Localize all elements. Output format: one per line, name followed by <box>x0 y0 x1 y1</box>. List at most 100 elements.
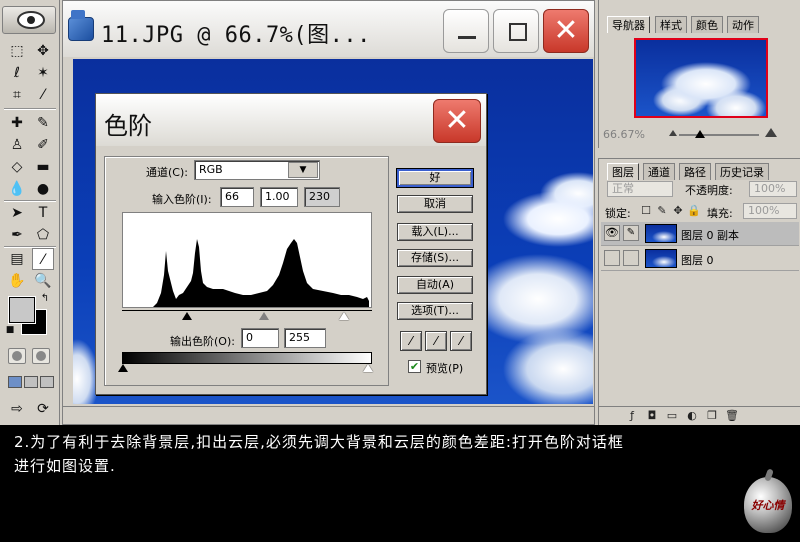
toolbox-header-eye-icon[interactable] <box>2 6 56 34</box>
screen-mode-menu-icon[interactable] <box>24 376 38 388</box>
white-eyedropper-icon[interactable]: ⁄ <box>450 331 472 351</box>
zoom-out-icon[interactable] <box>669 130 677 136</box>
ok-button[interactable]: 好 <box>396 168 474 188</box>
lock-image-icon[interactable]: ✎ <box>655 204 669 218</box>
histogram <box>122 212 372 308</box>
adjustment-layer-icon[interactable]: ◐ <box>685 409 699 423</box>
black-eyedropper-icon[interactable]: ⁄ <box>400 331 422 351</box>
fill-field[interactable]: 100% <box>743 203 797 219</box>
tab-channels[interactable]: 通道 <box>643 163 675 180</box>
tab-history[interactable]: 历史记录 <box>715 163 769 180</box>
zoom-slider[interactable] <box>679 134 759 136</box>
history-brush-tool-icon[interactable]: ✐ <box>32 134 54 156</box>
navigator-panel: 导航器 样式 颜色 动作 66.67% <box>598 0 800 148</box>
slice-tool-icon[interactable]: ⁄ <box>32 84 54 106</box>
levels-close-button[interactable]: ✕ <box>433 99 481 143</box>
zoom-tool-icon[interactable]: 🔍 <box>32 270 54 292</box>
lock-all-icon[interactable]: 🔒 <box>687 204 701 218</box>
eyedropper-tool-icon[interactable]: ⁄ <box>32 248 54 270</box>
move-tool-icon[interactable]: ✥ <box>32 40 54 62</box>
standard-mode-icon[interactable] <box>8 348 26 364</box>
gray-eyedropper-icon[interactable]: ⁄ <box>425 331 447 351</box>
foreground-color-swatch[interactable] <box>8 296 36 324</box>
brush-tool-icon[interactable]: ✎ <box>32 112 54 134</box>
input-black-slider[interactable] <box>182 312 192 320</box>
chevron-down-icon[interactable]: ▼ <box>288 162 318 178</box>
hand-tool-icon[interactable]: ✋ <box>6 270 28 292</box>
photoshop-workspace: ⬚ ✥ ℓ ✶ ⌗ ⁄ ✚ ✎ ♙ ✐ ◇ ▬ 💧 ● ➤ T ✒ ⬠ ▤ ⁄ … <box>0 0 800 425</box>
input-gamma-slider[interactable] <box>259 312 269 320</box>
dodge-tool-icon[interactable]: ● <box>32 178 54 200</box>
pen-tool-icon[interactable]: ✒ <box>6 224 28 246</box>
layer-set-icon[interactable]: ▭ <box>665 409 679 423</box>
save-button[interactable]: 存储(S)... <box>397 249 473 267</box>
load-button[interactable]: 载入(L)... <box>397 223 473 241</box>
output-black-field[interactable]: 0 <box>241 328 279 348</box>
tab-paths[interactable]: 路径 <box>679 163 711 180</box>
zoom-slider-handle[interactable] <box>695 130 705 138</box>
toolbox-divider <box>4 108 56 110</box>
lock-transparent-icon[interactable]: ☐ <box>639 204 653 218</box>
screen-mode-full-icon[interactable] <box>40 376 54 388</box>
layer-row[interactable]: 图层 0 <box>601 247 799 271</box>
cancel-button[interactable]: 取消 <box>397 195 473 213</box>
input-white-slider[interactable] <box>339 312 349 320</box>
clone-stamp-tool-icon[interactable]: ♙ <box>6 134 28 156</box>
output-black-slider[interactable] <box>118 364 128 372</box>
blur-tool-icon[interactable]: 💧 <box>6 178 28 200</box>
preview-checkbox[interactable]: ✔ <box>408 360 421 373</box>
gradient-tool-icon[interactable]: ▬ <box>32 156 54 178</box>
channel-select[interactable]: RGB ▼ <box>194 160 320 180</box>
options-button[interactable]: 选项(T)... <box>397 302 473 320</box>
document-title-bar[interactable]: 11.JPG @ 66.7%(图... ✕ <box>63 1 594 57</box>
levels-title-bar[interactable]: 色阶 ✕ <box>96 94 486 146</box>
navigator-thumbnail[interactable] <box>634 38 768 118</box>
delete-layer-icon[interactable]: 🗑 <box>725 409 739 423</box>
minimize-button[interactable] <box>443 9 489 53</box>
new-layer-icon[interactable]: ❐ <box>705 409 719 423</box>
healing-brush-tool-icon[interactable]: ✚ <box>6 112 28 134</box>
tab-actions[interactable]: 动作 <box>727 16 759 33</box>
notes-tool-icon[interactable]: ▤ <box>6 248 28 270</box>
crop-tool-icon[interactable]: ⌗ <box>6 84 28 106</box>
output-white-slider[interactable] <box>363 364 373 372</box>
opacity-field[interactable]: 100% <box>749 181 797 197</box>
layer-thumbnail <box>645 224 677 243</box>
tab-layers[interactable]: 图层 <box>607 163 639 180</box>
visibility-eye-icon[interactable]: 👁 <box>604 225 620 241</box>
jump-to-imageready-2-icon[interactable]: ⟳ <box>32 398 54 420</box>
default-colors-icon[interactable]: ■ <box>4 324 16 336</box>
input-black-field[interactable]: 66 <box>220 187 254 207</box>
screen-mode-standard-icon[interactable] <box>8 376 22 388</box>
layer-brush-icon[interactable]: ✎ <box>623 225 639 241</box>
shape-tool-icon[interactable]: ⬠ <box>32 224 54 246</box>
layer-style-icon[interactable]: ƒ <box>625 409 639 423</box>
path-selection-tool-icon[interactable]: ➤ <box>6 202 28 224</box>
navigator-zoom-value[interactable]: 66.67% <box>603 128 645 141</box>
input-white-field[interactable]: 230 <box>304 187 340 207</box>
tab-navigator[interactable]: 导航器 <box>607 16 650 33</box>
tab-styles[interactable]: 样式 <box>655 16 687 33</box>
quick-mask-mode-icon[interactable] <box>32 348 50 364</box>
layer-mask-icon[interactable]: ◘ <box>645 409 659 423</box>
close-button[interactable]: ✕ <box>543 9 589 53</box>
swap-colors-icon[interactable]: ↰ <box>38 292 52 306</box>
lasso-tool-icon[interactable]: ℓ <box>6 62 28 84</box>
layer-brush-icon[interactable] <box>623 250 639 266</box>
jump-to-imageready-icon[interactable]: ⇨ <box>6 398 28 420</box>
tab-color[interactable]: 颜色 <box>691 16 723 33</box>
magic-wand-tool-icon[interactable]: ✶ <box>32 62 54 84</box>
input-gamma-field[interactable]: 1.00 <box>260 187 298 207</box>
marquee-tool-icon[interactable]: ⬚ <box>6 40 28 62</box>
output-white-field[interactable]: 255 <box>284 328 326 348</box>
maximize-button[interactable] <box>493 9 539 53</box>
histogram-graph <box>153 239 369 307</box>
layer-row[interactable]: 👁 ✎ 图层 0 副本 <box>601 222 799 246</box>
blend-mode-select[interactable]: 正常 <box>607 181 673 197</box>
type-tool-icon[interactable]: T <box>32 202 54 224</box>
zoom-in-icon[interactable] <box>765 128 777 137</box>
eraser-tool-icon[interactable]: ◇ <box>6 156 28 178</box>
visibility-eye-icon[interactable] <box>604 250 620 266</box>
auto-button[interactable]: 自动(A) <box>397 276 473 294</box>
lock-position-icon[interactable]: ✥ <box>671 204 685 218</box>
